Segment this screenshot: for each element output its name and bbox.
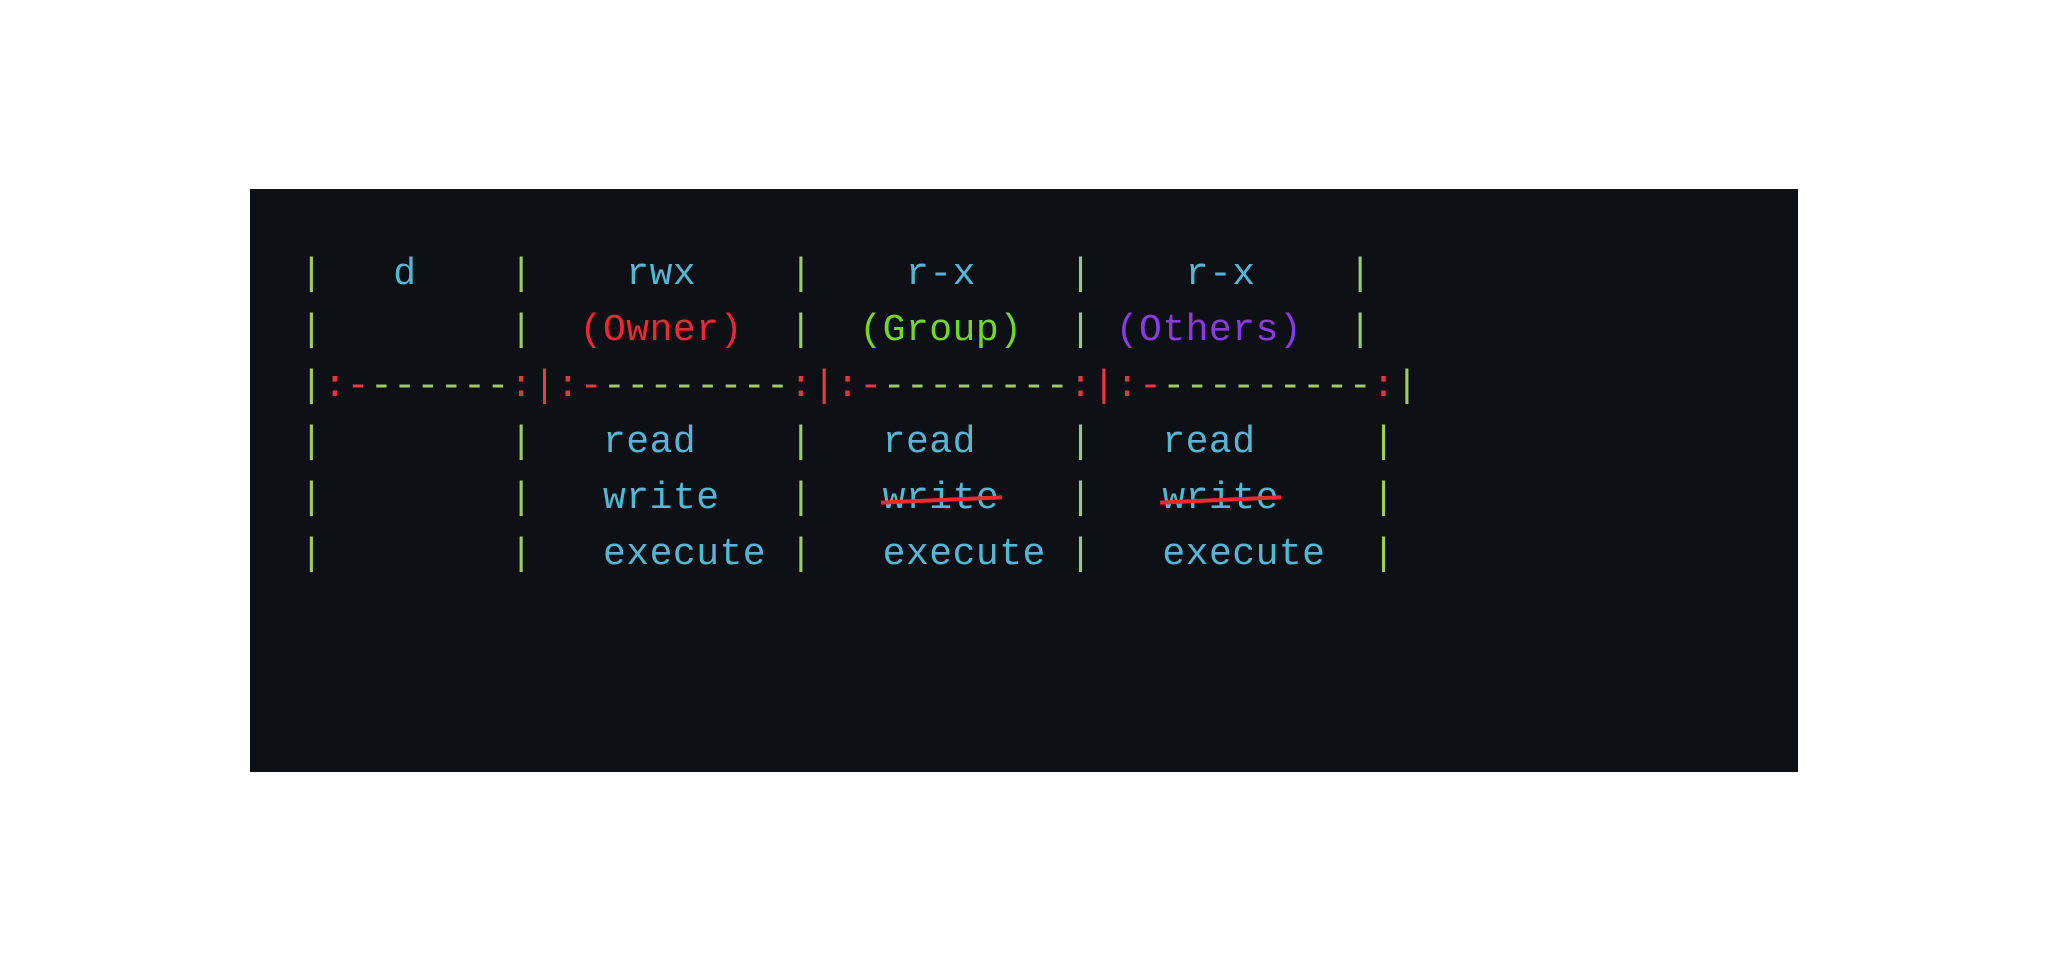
- owner-write: write: [603, 477, 720, 520]
- row-write: | | write | write | write |: [250, 471, 1798, 527]
- others-read: read: [1162, 421, 1255, 464]
- group-code: r-x: [906, 253, 976, 296]
- permissions-diagram: | d | rwx | r-x | r-x | | | (Owner) | (G…: [250, 189, 1798, 772]
- row-separator: |:-------:|:---------:|:---------:|:----…: [250, 359, 1798, 415]
- others-code: r-x: [1186, 253, 1256, 296]
- group-execute: execute: [883, 533, 1046, 576]
- owner-execute: execute: [603, 533, 766, 576]
- type-code: d: [393, 253, 416, 296]
- row-codes: | d | rwx | r-x | r-x |: [250, 247, 1798, 303]
- others-label: (Others): [1116, 309, 1302, 352]
- group-write-denied: write: [883, 471, 1000, 527]
- owner-label: (Owner): [580, 309, 743, 352]
- group-read: read: [883, 421, 976, 464]
- others-write-denied: write: [1162, 471, 1279, 527]
- owner-read: read: [603, 421, 696, 464]
- owner-code: rwx: [626, 253, 696, 296]
- others-execute: execute: [1162, 533, 1325, 576]
- row-execute: | | execute | execute | execute |: [250, 527, 1798, 583]
- row-labels: | | (Owner) | (Group) | (Others) |: [250, 303, 1798, 359]
- row-read: | | read | read | read |: [250, 415, 1798, 471]
- group-label: (Group): [859, 309, 1022, 352]
